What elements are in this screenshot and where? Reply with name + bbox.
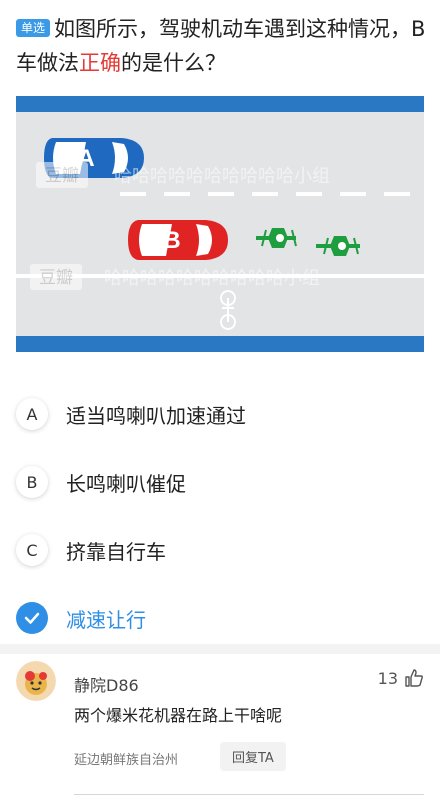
option-b[interactable]: B 长鸣喇叭催促: [16, 448, 424, 516]
thumbs-up-icon: [405, 669, 424, 687]
watermark-brand-2: 豆瓣: [39, 268, 73, 288]
watermark-brand-1: 豆瓣: [45, 166, 79, 186]
option-c[interactable]: C 挤靠自行车: [16, 516, 424, 584]
comment-location: 延边朝鲜族自治州: [74, 753, 179, 768]
car-b: B: [128, 220, 228, 260]
option-a-letter: A: [16, 398, 48, 430]
bottom-curb: [16, 336, 424, 352]
car-b-label: B: [163, 227, 180, 254]
question-text: 单选 如图所示，驾驶机动车遇到这种情况，B车做法正确的是什么？: [16, 12, 426, 80]
option-a-text: 适当鸣喇叭加速通过: [66, 403, 246, 428]
option-b-text: 长鸣喇叭催促: [66, 471, 186, 496]
option-d-correct[interactable]: 减速让行: [16, 584, 424, 652]
watermark-text-2: 哈哈哈哈哈哈哈哈哈哈小组: [104, 268, 320, 289]
question-type-tag: 单选: [16, 19, 51, 37]
reply-button[interactable]: 回复TA: [220, 742, 286, 771]
comment-username[interactable]: 静院D86: [74, 672, 139, 696]
option-d-text: 减速让行: [66, 607, 146, 632]
comment-separator: [74, 794, 424, 795]
road-surface: [16, 96, 424, 352]
option-b-letter: B: [16, 466, 48, 498]
like-count: 13: [377, 668, 398, 688]
option-c-letter: C: [16, 534, 48, 566]
question-highlight: 正确: [79, 51, 121, 75]
section-divider: [0, 644, 440, 654]
comment-text: 两个爆米花机器在路上干啥呢: [74, 706, 283, 725]
traffic-scene-image: A B 豆瓣 哈哈哈哈哈哈哈哈哈哈小组 豆瓣 哈哈哈哈哈哈哈哈哈哈小组: [16, 96, 424, 352]
question-text-part2: 的是什么？: [121, 51, 226, 75]
avatar[interactable]: [16, 661, 56, 701]
option-a[interactable]: A 适当鸣喇叭加速通过: [16, 380, 424, 448]
watermark-text-1: 哈哈哈哈哈哈哈哈哈哈小组: [114, 166, 330, 187]
check-icon: [16, 602, 48, 634]
like-button[interactable]: 13: [378, 668, 424, 688]
option-c-text: 挤靠自行车: [66, 539, 166, 564]
answer-options: A 适当鸣喇叭加速通过 B 长鸣喇叭催促 C 挤靠自行车 减速让行: [16, 380, 424, 652]
top-curb: [16, 96, 424, 112]
